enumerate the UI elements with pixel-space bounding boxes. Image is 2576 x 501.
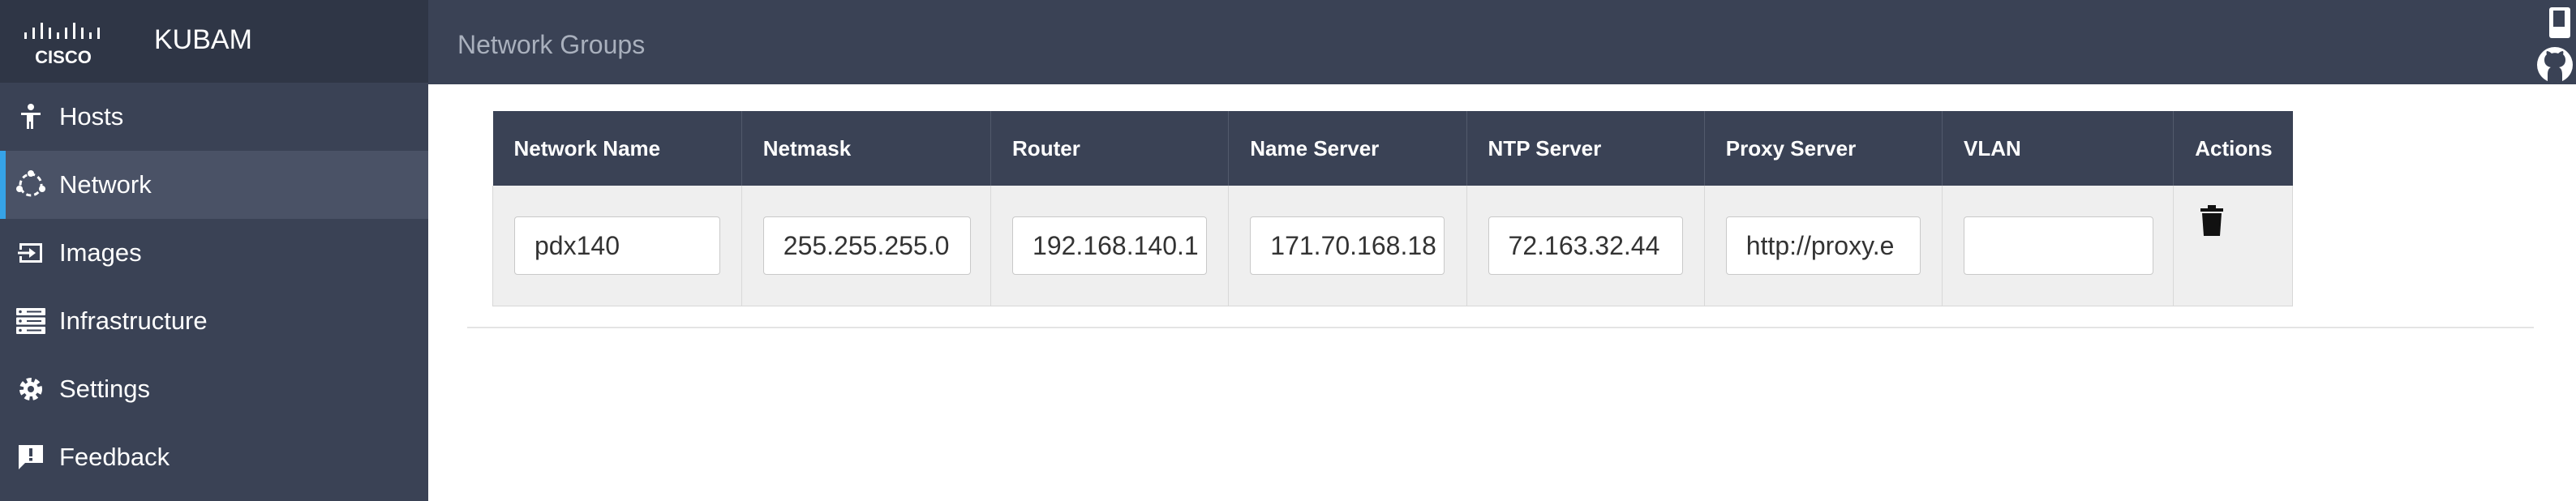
gear-icon: [15, 373, 47, 405]
sidebar-item-label: Feedback: [59, 443, 170, 471]
sidebar-item-settings[interactable]: Settings: [0, 355, 428, 423]
cell-proxy-server: http://proxy.e: [1704, 186, 1943, 306]
column-header-vlan: VLAN: [1942, 111, 2175, 186]
sidebar-item-hosts[interactable]: Hosts: [0, 83, 428, 151]
sidebar-item-network[interactable]: Network: [0, 151, 428, 219]
vlan-input[interactable]: [1964, 216, 2154, 275]
ntp-server-input[interactable]: 72.163.32.44: [1488, 216, 1683, 275]
column-header-proxy-server: Proxy Server: [1704, 111, 1943, 186]
sidebar-item-feedback[interactable]: Feedback: [0, 423, 428, 491]
top-header: Network Groups: [428, 0, 2576, 84]
svg-text:CISCO: CISCO: [35, 47, 92, 65]
sidebar-item-infrastructure[interactable]: Infrastructure: [0, 287, 428, 355]
hosts-icon: [15, 101, 47, 133]
column-header-name-server: Name Server: [1228, 111, 1467, 186]
bookmark-icon[interactable]: [2548, 6, 2571, 39]
sidebar-item-images[interactable]: Images: [0, 219, 428, 287]
column-header-network-name: Network Name: [492, 111, 742, 186]
cell-vlan: [1942, 186, 2175, 306]
proxy-server-input[interactable]: http://proxy.e: [1725, 216, 1921, 275]
network-groups-table: Network Name Netmask Router Name Server …: [492, 111, 2293, 306]
app-name: KUBAM: [154, 24, 252, 55]
sidebar: CISCO KUBAM Hosts Network Images Infrast…: [0, 0, 428, 501]
sidebar-item-label: Network: [59, 170, 152, 199]
images-icon: [15, 237, 47, 269]
column-header-actions: Actions: [2173, 111, 2293, 186]
table-row: pdx140 255.255.255.0 192.168.140.1 171.7…: [492, 186, 2293, 306]
column-header-ntp-server: NTP Server: [1466, 111, 1705, 186]
router-input[interactable]: 192.168.140.1: [1012, 216, 1208, 275]
infrastructure-icon: [15, 305, 47, 337]
cisco-logo: CISCO: [24, 23, 100, 65]
page-title: Network Groups: [457, 30, 646, 59]
netmask-input[interactable]: 255.255.255.0: [762, 216, 971, 275]
github-icon[interactable]: [2535, 45, 2574, 84]
sidebar-item-label: Hosts: [59, 102, 124, 131]
cell-name-server: 171.70.168.18: [1228, 186, 1467, 306]
column-header-router: Router: [990, 111, 1230, 186]
sidebar-item-label: Settings: [59, 375, 151, 403]
cell-router: 192.168.140.1: [990, 186, 1230, 306]
cell-actions: [2173, 186, 2293, 306]
cell-network-name: pdx140: [492, 186, 742, 306]
table-header-row: Network Name Netmask Router Name Server …: [492, 111, 2293, 186]
network-name-input[interactable]: pdx140: [514, 216, 720, 275]
cell-ntp-server: 72.163.32.44: [1466, 186, 1705, 306]
name-server-input[interactable]: 171.70.168.18: [1250, 216, 1445, 275]
brand-bar: CISCO KUBAM: [0, 0, 428, 83]
column-header-netmask: Netmask: [741, 111, 992, 186]
top-right-icons: [2527, 0, 2576, 89]
network-icon: [15, 169, 47, 201]
feedback-icon: [15, 441, 47, 473]
cell-netmask: 255.255.255.0: [741, 186, 992, 306]
sidebar-item-label: Infrastructure: [59, 306, 208, 335]
section-divider: [467, 327, 2534, 328]
sidebar-item-label: Images: [59, 238, 142, 267]
trash-icon[interactable]: [2200, 205, 2224, 236]
